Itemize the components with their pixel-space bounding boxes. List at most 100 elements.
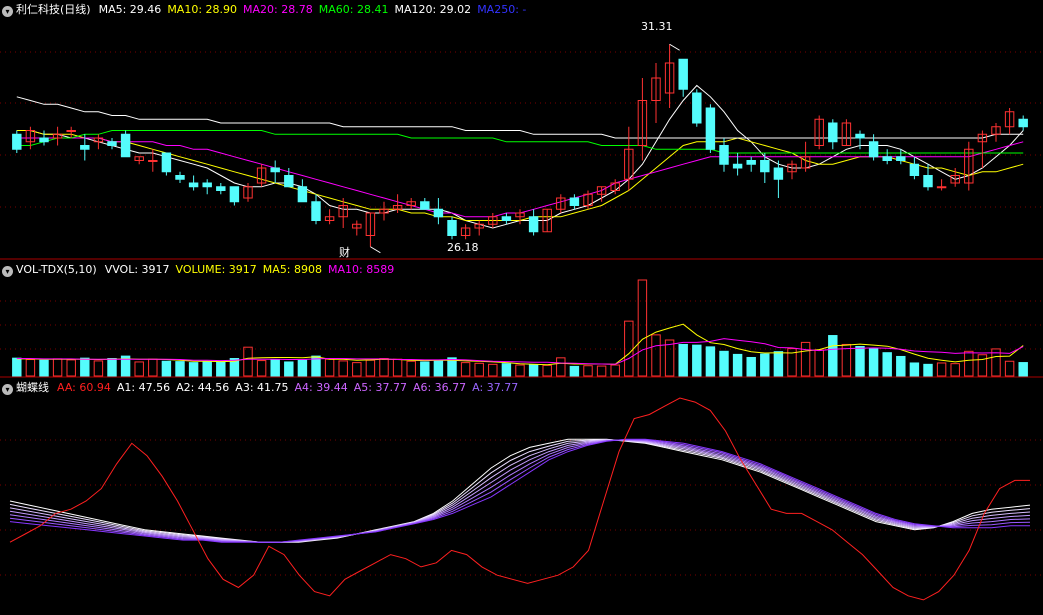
candle-body: [719, 145, 729, 165]
butterfly-line: [9, 438, 1030, 543]
butterfly-line: [9, 439, 1031, 543]
volume-bar: [800, 341, 811, 377]
volume-bar: [1004, 360, 1015, 377]
candle-body: [678, 58, 688, 90]
candle-body: [80, 145, 90, 150]
candle-body: [297, 186, 308, 203]
candle-body: [501, 216, 512, 221]
volume-bar: [202, 361, 212, 377]
volume-bar: [365, 359, 376, 377]
volume-bar: [773, 351, 784, 377]
volume-bar: [420, 361, 430, 377]
volume-bar: [379, 358, 389, 377]
candle-body: [868, 141, 879, 158]
volume-bar: [583, 365, 593, 377]
volume-bar: [678, 343, 688, 377]
volume-bar: [52, 358, 63, 377]
volume-bar: [705, 346, 716, 377]
candle-body: [828, 122, 838, 143]
candle-body: [311, 201, 321, 221]
volume-bar: [80, 357, 90, 377]
volume-bar: [433, 360, 444, 377]
volume-bar: [977, 354, 988, 377]
low-pointer: [370, 246, 381, 254]
volume-bar: [392, 358, 403, 377]
volume-bar: [107, 358, 117, 377]
volume-bar: [12, 357, 22, 377]
volume-bar: [814, 349, 824, 377]
candle-body: [855, 133, 865, 139]
high-price-label: 31.31: [641, 20, 673, 33]
volume-bar: [569, 365, 580, 377]
volume-bar: [610, 364, 620, 377]
volume-bar: [66, 359, 76, 377]
volume-bar: [882, 352, 892, 377]
candle-body: [746, 160, 756, 165]
volume-bar: [596, 365, 607, 377]
candle-body: [202, 182, 212, 188]
candle-body: [270, 167, 280, 173]
volume-bar: [855, 346, 865, 377]
volume-bar: [25, 359, 36, 377]
candle-body: [447, 220, 457, 236]
candle-body: [705, 107, 716, 150]
candle-body: [188, 182, 199, 188]
candle-body: [1018, 118, 1028, 128]
volume-bar: [760, 353, 770, 377]
volume-bar: [950, 363, 960, 377]
candle-body: [909, 163, 920, 176]
candle-body: [12, 133, 22, 150]
volume-bar: [964, 350, 974, 377]
candle-body: [148, 160, 158, 162]
volume-bar: [216, 360, 226, 377]
volume-bar: [188, 362, 199, 377]
stock-chart[interactable]: 31.31 26.18 财: [0, 0, 1043, 615]
butterfly-line: [9, 439, 1031, 543]
volume-bar: [474, 362, 484, 377]
candle-body: [229, 186, 240, 203]
volume-bar: [270, 359, 280, 377]
volume-bar: [243, 346, 253, 377]
finance-marker[interactable]: 财: [339, 245, 350, 259]
volume-bar: [352, 362, 362, 377]
volume-bar: [324, 358, 335, 377]
volume-bar: [868, 347, 879, 377]
candle-body: [120, 133, 131, 158]
candle-body: [773, 167, 784, 180]
high-pointer: [669, 43, 680, 51]
volume-bar: [719, 350, 729, 377]
candle-body: [569, 197, 580, 206]
volume-bar: [148, 358, 158, 377]
candle-body: [923, 175, 933, 188]
butterfly-line: [9, 438, 1031, 543]
volume-bar: [528, 364, 539, 377]
volume-bar: [338, 360, 348, 377]
volume-bar: [936, 362, 947, 377]
candle-body: [936, 186, 947, 189]
volume-bar: [692, 344, 702, 377]
volume-bar: [134, 361, 144, 377]
volume-bar: [732, 353, 743, 377]
candle-body: [896, 156, 906, 161]
volume-bar: [637, 279, 648, 377]
candle-body: [420, 201, 430, 210]
volume-bar: [256, 360, 267, 377]
volume-bar: [515, 364, 525, 377]
volume-bar: [460, 362, 471, 377]
volume-bar: [664, 339, 675, 377]
candle-body: [66, 130, 76, 132]
candle-body: [433, 208, 444, 218]
low-price-label: 26.18: [447, 241, 479, 254]
candle-body: [692, 92, 702, 124]
candle-body: [216, 186, 226, 191]
candle-body: [39, 137, 49, 143]
volume-bar: [406, 360, 416, 377]
volume-bar: [556, 357, 566, 377]
volume-bar: [161, 360, 172, 377]
volume-bar: [93, 360, 104, 377]
volume-bar: [651, 334, 661, 377]
volume-bar: [284, 361, 294, 377]
volume-bar: [746, 356, 756, 377]
candle-body: [528, 216, 539, 233]
candle-body: [175, 175, 185, 180]
